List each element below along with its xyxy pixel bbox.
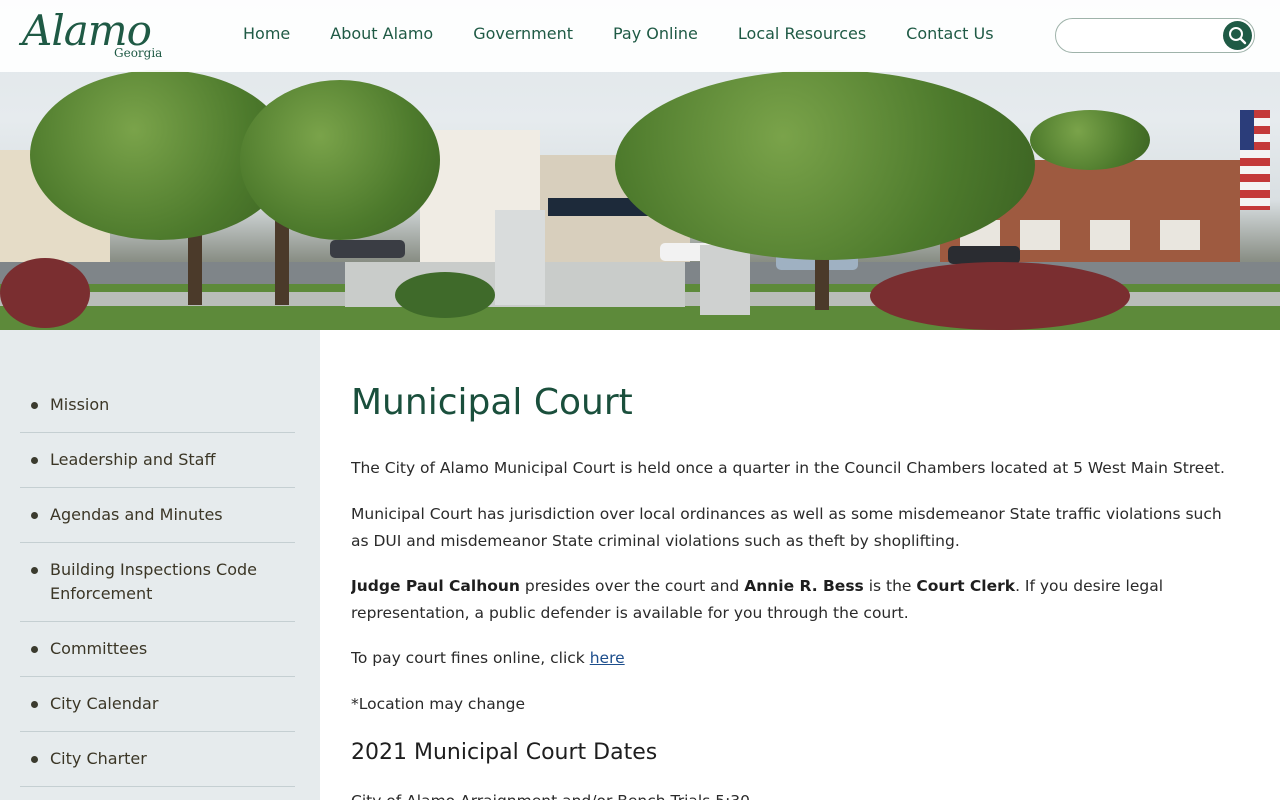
- bullet-icon: [31, 567, 38, 574]
- hero-pillar: [700, 245, 750, 315]
- sidebar-item-building-inspections[interactable]: Building Inspections Code Enforcement: [20, 543, 295, 622]
- bullet-icon: [31, 457, 38, 464]
- court-dates-line: City of Alamo Arraignment and/or Bench T…: [351, 792, 750, 800]
- bullet-icon: [31, 512, 38, 519]
- sidebar-item-leadership-and-staff[interactable]: Leadership and Staff: [20, 433, 295, 488]
- hero-tree: [615, 70, 1035, 260]
- bullet-icon: [31, 756, 38, 763]
- nav-government[interactable]: Government: [473, 24, 573, 48]
- jurisdiction-paragraph: Municipal Court has jurisdiction over lo…: [351, 505, 1222, 550]
- hero-shrub: [395, 272, 495, 318]
- sidebar-item-label: City Charter: [50, 749, 147, 768]
- hero-shrub: [870, 262, 1130, 330]
- bullet-icon: [31, 646, 38, 653]
- judge-name: Judge Paul Calhoun: [351, 577, 520, 595]
- sidebar-item-label: Leadership and Staff: [50, 450, 216, 469]
- sidebar-item-label: Agendas and Minutes: [50, 505, 223, 524]
- court-dates-heading: 2021 Municipal Court Dates: [351, 740, 658, 765]
- logo-subtitle: Georgia: [114, 46, 163, 60]
- sidebar-item-city-calendar[interactable]: City Calendar: [20, 677, 295, 732]
- pay-fines-paragraph: To pay court fines online, click here: [351, 649, 625, 667]
- hero-monument: [495, 210, 545, 305]
- sidebar: Mission Leadership and Staff Agendas and…: [0, 330, 320, 800]
- nav-local-resources[interactable]: Local Resources: [738, 24, 866, 48]
- clerk-name: Annie R. Bess: [744, 577, 864, 595]
- page-title: Municipal Court: [351, 382, 633, 423]
- nav-about-alamo[interactable]: About Alamo: [330, 24, 433, 48]
- hero-tree: [240, 80, 440, 240]
- intro-paragraph: The City of Alamo Municipal Court is hel…: [351, 459, 1225, 477]
- sidebar-item-city-charter[interactable]: City Charter: [20, 732, 295, 787]
- hero-tree: [1030, 110, 1150, 170]
- flag-icon: [1240, 110, 1270, 210]
- nav-contact-us[interactable]: Contact Us: [906, 24, 993, 48]
- sidebar-item-mission[interactable]: Mission: [20, 378, 295, 433]
- bullet-icon: [31, 701, 38, 708]
- nav-home[interactable]: Home: [243, 24, 290, 48]
- hero-car: [330, 240, 405, 258]
- pay-fines-link[interactable]: here: [590, 649, 625, 667]
- sidebar-item-label: Mission: [50, 395, 110, 414]
- search-input[interactable]: [1068, 25, 1218, 47]
- sidebar-item-label: City Calendar: [50, 694, 159, 713]
- search-box: [1055, 18, 1255, 53]
- clerk-title: Court Clerk: [916, 577, 1016, 595]
- sidebar-item-committees[interactable]: Committees: [20, 622, 295, 677]
- site-logo[interactable]: Alamo Georgia: [22, 6, 172, 66]
- nav-pay-online[interactable]: Pay Online: [613, 24, 698, 48]
- sidebar-item-label: Building Inspections Code Enforcement: [50, 560, 258, 603]
- officials-paragraph: Judge Paul Calhoun presides over the cou…: [351, 577, 1164, 622]
- sidebar-item-agendas-and-minutes[interactable]: Agendas and Minutes: [20, 488, 295, 543]
- site-header: Alamo Georgia Home About Alamo Governmen…: [0, 0, 1280, 72]
- location-note: *Location may change: [351, 695, 525, 713]
- main-nav: Home About Alamo Government Pay Online L…: [243, 24, 1034, 48]
- main-content: Municipal Court The City of Alamo Munici…: [351, 330, 1241, 800]
- sidebar-item-label: Committees: [50, 639, 148, 658]
- hero-shrub: [0, 258, 90, 328]
- bullet-icon: [31, 402, 38, 409]
- search-button[interactable]: [1223, 21, 1252, 50]
- sidebar-menu: Mission Leadership and Staff Agendas and…: [20, 378, 295, 787]
- search-icon: [1229, 27, 1247, 45]
